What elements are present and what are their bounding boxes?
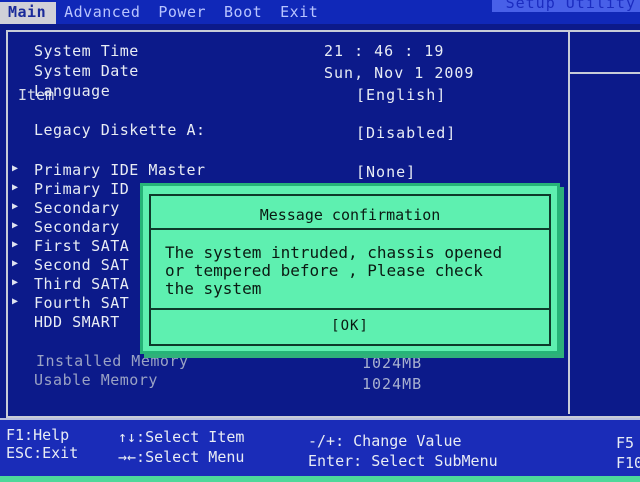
submenu-arrow-icon: ▶ xyxy=(12,220,19,231)
select-item-hint: ↑↓:Select Item xyxy=(118,428,245,446)
language-value[interactable]: [English] xyxy=(356,86,446,104)
footer-accent xyxy=(0,476,640,482)
submenu-arrow-icon: ▶ xyxy=(12,277,19,288)
hdd-smart-label[interactable]: HDD SMART xyxy=(34,313,120,331)
submenu-secondary-master[interactable]: Secondary xyxy=(34,199,120,217)
tab-advanced[interactable]: Advanced xyxy=(56,2,150,24)
submenu-third-sata[interactable]: Third SATA xyxy=(34,275,129,293)
submenu-secondary-slave[interactable]: Secondary xyxy=(34,218,120,236)
installed-memory-label: Installed Memory xyxy=(36,352,189,370)
help-panel xyxy=(568,30,640,414)
menu-bar: Setup Utility Main Advanced Power Boot E… xyxy=(0,0,640,24)
system-time-label: System Time xyxy=(34,42,139,60)
submenu-arrow-icon: ▶ xyxy=(12,296,19,307)
tab-exit[interactable]: Exit xyxy=(272,2,328,24)
submenu-fourth-sata[interactable]: Fourth SAT xyxy=(34,294,129,312)
submenu-arrow-icon: ▶ xyxy=(12,182,19,193)
select-submenu-hint: Enter: Select SubMenu xyxy=(308,452,498,470)
dialog-message: The system intruded, chassis opened or t… xyxy=(165,243,503,298)
help-key-hint: F1:Help xyxy=(6,426,70,444)
submenu-second-sata[interactable]: Second SAT xyxy=(34,256,129,274)
bios-title: Setup Utility xyxy=(491,0,640,12)
menu-tabs: Main Advanced Power Boot Exit xyxy=(0,2,328,24)
submenu-arrow-icon: ▶ xyxy=(12,258,19,269)
legacy-diskette-label: Legacy Diskette A: xyxy=(34,121,206,139)
dialog-divider xyxy=(151,228,549,230)
language-label: Language xyxy=(34,82,111,100)
submenu-primary-ide-master[interactable]: Primary IDE Master xyxy=(34,161,206,179)
legacy-diskette-value[interactable]: [Disabled] xyxy=(356,124,456,142)
tab-power[interactable]: Power xyxy=(150,2,216,24)
system-time-value[interactable]: 21 : 46 : 19 xyxy=(324,42,444,60)
dialog-frame: Message confirmation The system intruded… xyxy=(149,194,551,346)
help-divider xyxy=(570,72,640,74)
primary-ide-master-value: [None] xyxy=(356,163,417,181)
select-menu-hint: →←:Select Menu xyxy=(118,448,245,466)
f5-key-hint: F5 xyxy=(616,434,635,452)
installed-memory-value: 1024MB xyxy=(362,354,423,372)
tab-main[interactable]: Main xyxy=(0,2,57,24)
dialog-divider xyxy=(151,308,549,310)
message-dialog: Message confirmation The system intruded… xyxy=(140,183,560,354)
ok-button[interactable]: [OK] xyxy=(151,318,549,334)
dialog-title: Message confirmation xyxy=(259,206,441,224)
submenu-primary-ide-slave[interactable]: Primary ID xyxy=(34,180,129,198)
system-date-value[interactable]: Sun, Nov 1 2009 xyxy=(324,64,474,82)
submenu-arrow-icon: ▶ xyxy=(12,239,19,250)
usable-memory-value: 1024MB xyxy=(362,375,423,393)
f10-key-hint: F10 xyxy=(616,454,640,472)
submenu-arrow-icon: ▶ xyxy=(12,163,19,174)
change-value-hint: -/+: Change Value xyxy=(308,432,462,450)
submenu-first-sata[interactable]: First SATA xyxy=(34,237,129,255)
usable-memory-label: Usable Memory xyxy=(34,371,158,389)
key-help-bar: F1:Help ESC:Exit ↑↓:Select Item →←:Selec… xyxy=(0,418,640,482)
submenu-arrow-icon: ▶ xyxy=(12,201,19,212)
exit-key-hint: ESC:Exit xyxy=(6,444,79,462)
system-date-label: System Date xyxy=(34,62,139,80)
tab-boot[interactable]: Boot xyxy=(216,2,272,24)
